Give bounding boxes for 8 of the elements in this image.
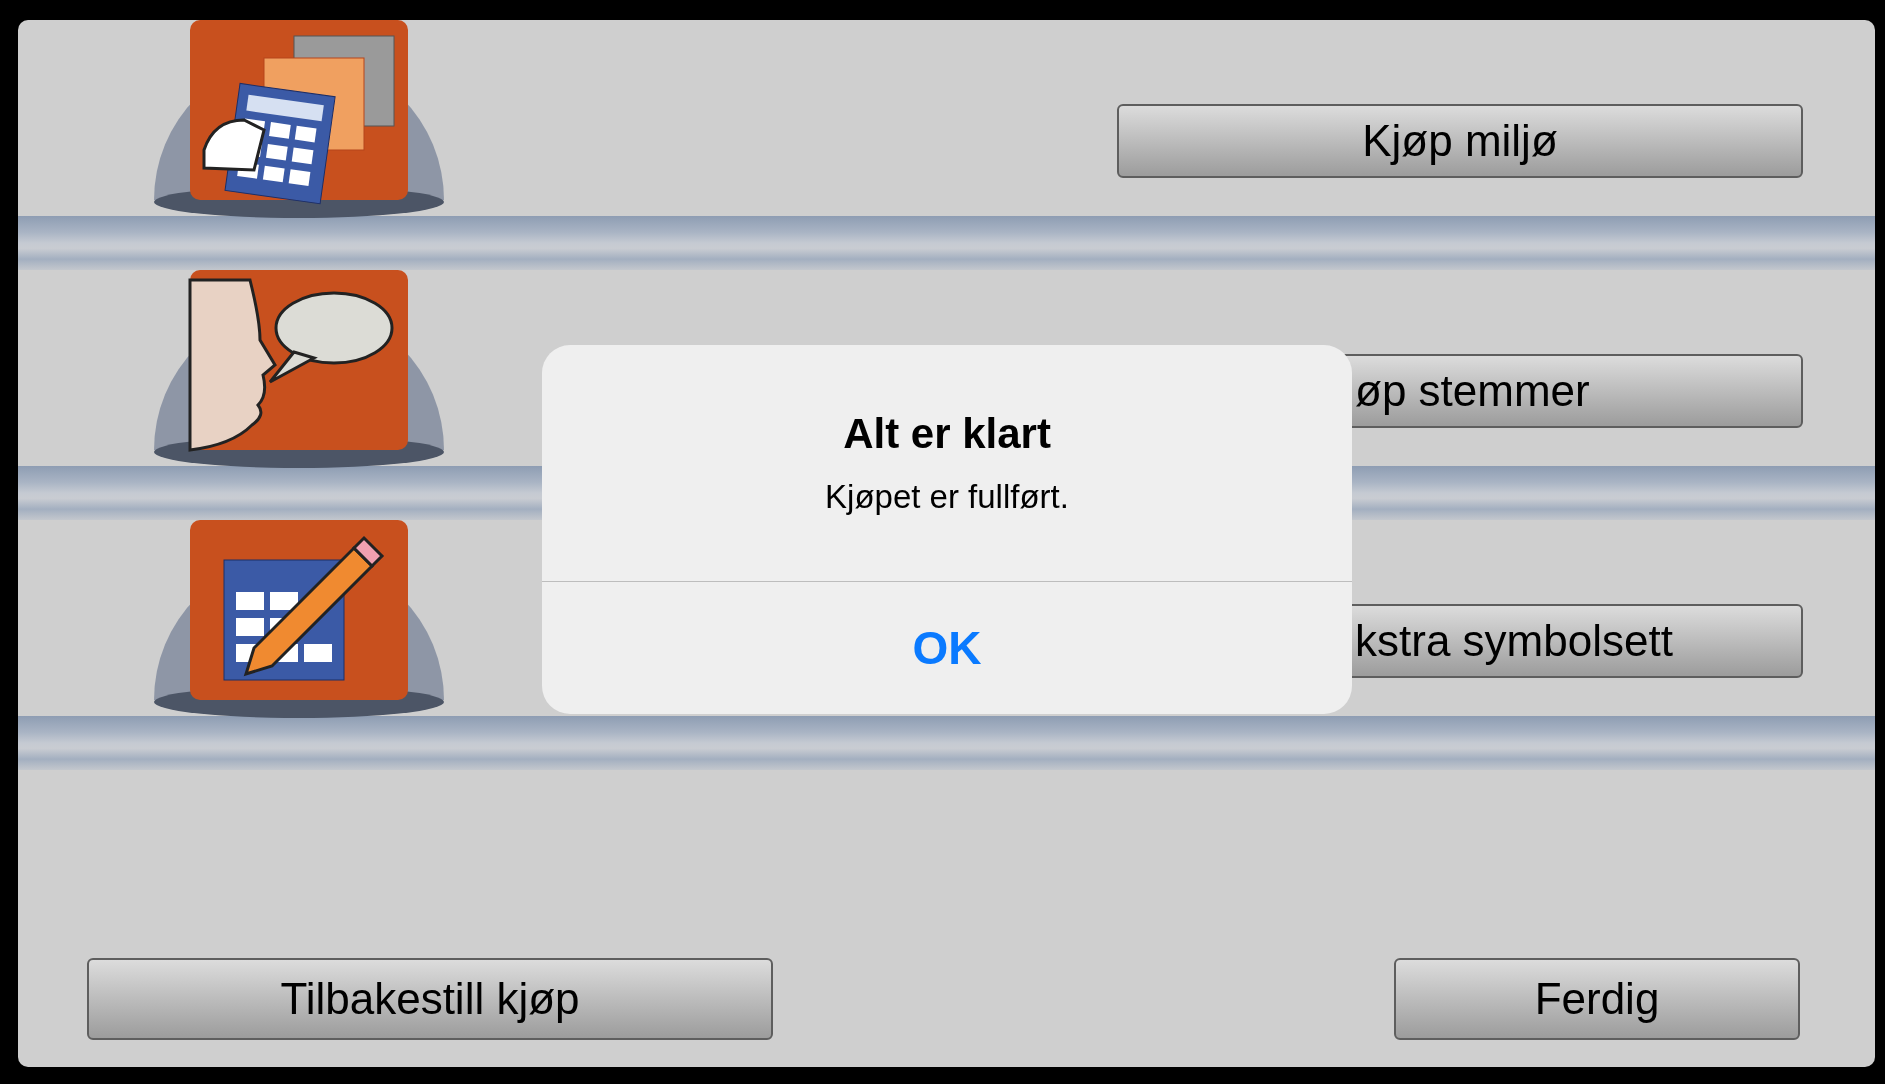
alert-message: Kjøpet er fullført. xyxy=(824,477,1070,518)
speaking-head-icon xyxy=(188,270,408,452)
calculator-icon xyxy=(190,20,408,205)
done-button[interactable]: Ferdig xyxy=(1394,958,1800,1040)
calculator-pencil-icon xyxy=(190,520,408,700)
menu-button[interactable]: Kjøp miljø xyxy=(1117,104,1803,178)
reset-button[interactable]: Tilbakestill kjøp xyxy=(87,958,773,1040)
alert-title: Alt er klart xyxy=(842,409,1052,458)
